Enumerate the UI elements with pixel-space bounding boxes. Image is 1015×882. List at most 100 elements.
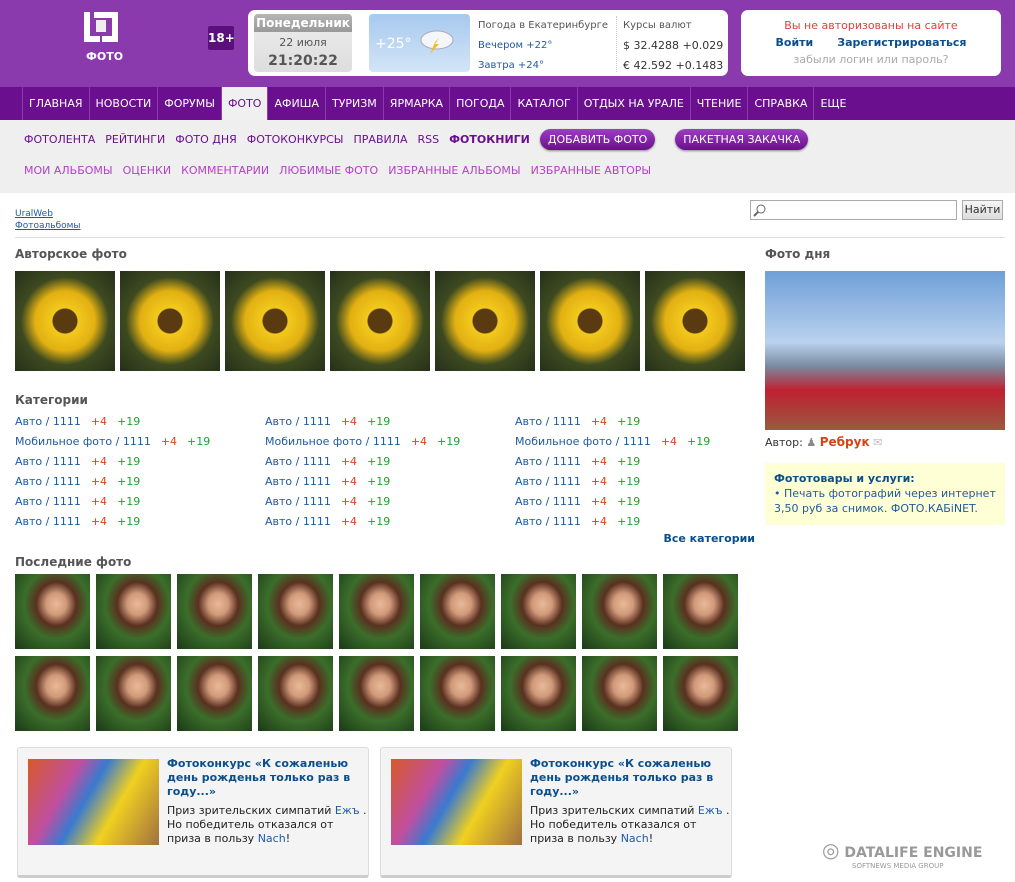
category-link[interactable]: Авто / 1111 [515, 475, 581, 488]
add-photo-button[interactable]: ДОБАВИТЬ ФОТО [539, 128, 656, 150]
latest-photo-thumb[interactable] [177, 656, 252, 731]
bulk-upload-button[interactable]: ПАКЕТНАЯ ЗАКАЧКА [675, 128, 809, 150]
nav-item[interactable]: ПОГОДА [449, 87, 510, 120]
user-link[interactable]: Ежъ [698, 804, 723, 817]
subnav-item[interactable]: ИЗБРАННЫЕ АЛЬБОМЫ [388, 164, 520, 177]
breadcrumb-uralweb[interactable]: UralWeb [15, 209, 53, 219]
category-link[interactable]: Авто / 1111 [15, 455, 81, 468]
latest-photo-thumb[interactable] [15, 656, 90, 731]
category-link[interactable]: Мобильное фото / 1111 [15, 435, 151, 448]
category-link[interactable]: Авто / 1111 [515, 515, 581, 528]
text: ! [648, 832, 654, 845]
latest-photo-thumb[interactable] [663, 574, 738, 649]
category-link[interactable]: Авто / 1111 [515, 455, 581, 468]
latest-photo-thumb[interactable] [501, 656, 576, 731]
site-logo-icon[interactable] [84, 12, 118, 42]
weather-widget[interactable]: +25° [369, 14, 470, 72]
latest-photo-thumb[interactable] [582, 574, 657, 649]
photo-of-day-image[interactable] [765, 271, 1005, 430]
subnav-item[interactable]: МОИ АЛЬБОМЫ [24, 164, 113, 177]
category-link[interactable]: Мобильное фото / 1111 [515, 435, 651, 448]
latest-photo-thumb[interactable] [258, 656, 333, 731]
latest-photo-thumb[interactable] [96, 574, 171, 649]
nav-item[interactable]: ЯРМАРКА [382, 87, 449, 120]
mail-icon[interactable]: ✉ [873, 436, 882, 449]
nav-item[interactable]: ТУРИЗМ [324, 87, 383, 120]
subnav-item[interactable]: ОЦЕНКИ [123, 164, 171, 177]
latest-photo-thumb[interactable] [582, 656, 657, 731]
latest-photo-thumb[interactable] [339, 656, 414, 731]
author-photo-thumb[interactable] [645, 271, 745, 371]
category-link[interactable]: Авто / 1111 [265, 475, 331, 488]
latest-photo-thumb[interactable] [177, 574, 252, 649]
latest-photo-thumb[interactable] [15, 574, 90, 649]
latest-photo-thumb[interactable] [420, 656, 495, 731]
contest-image[interactable] [28, 759, 159, 845]
category-link[interactable]: Мобильное фото / 1111 [265, 435, 401, 448]
nav-item[interactable]: ФОТО [220, 87, 268, 120]
all-categories-link[interactable]: Все категории [663, 532, 755, 545]
nav-item[interactable]: ФОРУМЫ [157, 87, 221, 120]
contest-title[interactable]: Фотоконкурс «К сожаленью день рожденья т… [530, 757, 730, 799]
search-button[interactable]: Найти [962, 200, 1003, 220]
author-photo-thumb[interactable] [435, 271, 535, 371]
category-link[interactable]: Авто / 1111 [15, 515, 81, 528]
nav-item[interactable]: ОТДЫХ НА УРАЛЕ [576, 87, 690, 120]
author-photo-thumb[interactable] [120, 271, 220, 371]
latest-photo-thumb[interactable] [663, 656, 738, 731]
subnav-item[interactable]: ЛЮБИМЫЕ ФОТО [279, 164, 378, 177]
services-link[interactable]: • Печать фотографий через интернет 3,50 … [774, 486, 996, 516]
category-link[interactable]: Авто / 1111 [15, 495, 81, 508]
contest-image[interactable] [391, 759, 522, 845]
rate-eur: € 42.592 +0.1483 [623, 59, 724, 72]
latest-photo-thumb[interactable] [501, 574, 576, 649]
contest-card[interactable]: Фотоконкурс «К сожаленью день рожденья т… [380, 747, 732, 878]
subnav-item[interactable]: ФОТОКНИГИ [449, 133, 530, 146]
subnav-item[interactable]: ПРАВИЛА [354, 133, 408, 146]
nav-item[interactable]: ЕЩЕ [813, 87, 852, 120]
subnav-item[interactable]: ИЗБРАННЫЕ АВТОРЫ [531, 164, 651, 177]
datalife-engine-logo[interactable]: ◎ DATALIFE ENGINE SOFTNEWS MEDIA GROUP [822, 838, 982, 870]
author-photo-thumb[interactable] [330, 271, 430, 371]
subnav-item[interactable]: ФОТОКОНКУРСЫ [247, 133, 344, 146]
latest-photo-thumb[interactable] [420, 574, 495, 649]
latest-photo-thumb[interactable] [339, 574, 414, 649]
nav-item[interactable]: ЧТЕНИЕ [689, 87, 748, 120]
breadcrumb-photoalbums[interactable]: Фотоальбомы [15, 221, 81, 231]
register-link[interactable]: Зарегистрироваться [837, 36, 966, 49]
subnav-item[interactable]: ФОТОЛЕНТА [24, 133, 95, 146]
subnav-item[interactable]: ФОТО ДНЯ [175, 133, 237, 146]
category-link[interactable]: Авто / 1111 [265, 495, 331, 508]
user-link[interactable]: Nach [258, 832, 286, 845]
user-link[interactable]: Ежъ [335, 804, 360, 817]
category-link[interactable]: Авто / 1111 [515, 495, 581, 508]
search-input[interactable] [750, 200, 957, 220]
category-link[interactable]: Авто / 1111 [265, 455, 331, 468]
nav-item[interactable]: ГЛАВНАЯ [22, 87, 89, 120]
contest-title[interactable]: Фотоконкурс «К сожаленью день рожденья т… [167, 757, 367, 799]
category-link[interactable]: Авто / 1111 [15, 415, 81, 428]
nav-item[interactable]: СПРАВКА [747, 87, 813, 120]
contest-card[interactable]: Фотоконкурс «К сожаленью день рожденья т… [17, 747, 369, 878]
subnav-item[interactable]: РЕЙТИНГИ [105, 133, 165, 146]
category-link[interactable]: Авто / 1111 [265, 515, 331, 528]
category-link[interactable]: Авто / 1111 [515, 415, 581, 428]
category-link[interactable]: Авто / 1111 [15, 475, 81, 488]
author-photo-thumb[interactable] [540, 271, 640, 371]
forgot-password-link[interactable]: забыли логин или пароль? [741, 51, 1001, 68]
nav-item[interactable]: КАТАЛОГ [510, 87, 576, 120]
category-link[interactable]: Авто / 1111 [265, 415, 331, 428]
subnav-item[interactable]: RSS [418, 133, 440, 146]
author-link[interactable]: Ребрук [820, 435, 870, 449]
user-link[interactable]: Nach [621, 832, 649, 845]
nav-item[interactable]: НОВОСТИ [88, 87, 158, 120]
weather-evening[interactable]: Вечером +22° [478, 36, 608, 56]
login-link[interactable]: Войти [776, 36, 814, 49]
weather-tomorrow[interactable]: Завтра +24° [478, 56, 608, 76]
author-photo-thumb[interactable] [15, 271, 115, 371]
author-photo-thumb[interactable] [225, 271, 325, 371]
nav-item[interactable]: АФИША [267, 87, 325, 120]
subnav-item[interactable]: КОММЕНТАРИИ [181, 164, 269, 177]
latest-photo-thumb[interactable] [258, 574, 333, 649]
latest-photo-thumb[interactable] [96, 656, 171, 731]
